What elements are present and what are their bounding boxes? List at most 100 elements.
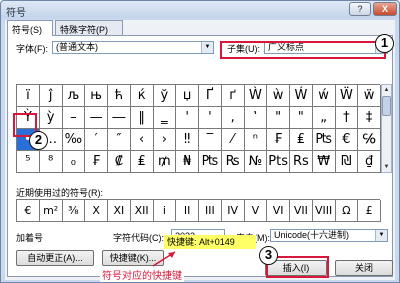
help-button[interactable]: ? — [349, 2, 371, 16]
symbol-cell[interactable]: ₦ — [176, 151, 199, 173]
symbol-cell[interactable]: № — [244, 151, 268, 173]
symbol-cell[interactable]: ″ — [108, 129, 131, 151]
symbol-cell[interactable]: ' — [176, 107, 199, 129]
symbol-cell[interactable]: ‖ — [130, 107, 154, 129]
symbol-cell[interactable]: ₥ — [153, 151, 177, 173]
recent-symbol-cell[interactable]: VIII — [312, 200, 336, 222]
marker-1: 1 — [375, 34, 394, 53]
symbol-cell[interactable]: ₧ — [199, 151, 222, 173]
symbol-cell[interactable]: Ẃ — [290, 85, 313, 107]
symbol-cell[interactable]: ― — [108, 107, 131, 129]
chevron-down-icon: ▼ — [375, 230, 387, 241]
recent-symbol-cell[interactable]: X — [85, 200, 108, 222]
symbol-cell[interactable]: ‾ — [199, 129, 222, 151]
autocorrect-button[interactable]: 自动更正(A)... — [16, 250, 94, 266]
symbol-cell[interactable]: ₣ — [267, 129, 290, 151]
symbol-cell[interactable]: € — [335, 129, 359, 151]
symbol-cell[interactable]: Ẁ — [244, 85, 268, 107]
symbol-cell[interactable]: ₤ — [290, 129, 313, 151]
symbol-cell[interactable]: ₡ — [108, 151, 131, 173]
symbol-cell[interactable]: ₨ — [221, 151, 245, 173]
symbol-cell[interactable]: ỳ — [39, 107, 63, 129]
symbol-cell[interactable]: ï — [17, 85, 40, 107]
symbol-cell[interactable]: ₀ — [62, 151, 86, 173]
symbol-cell[interactable]: ‚ — [221, 107, 245, 129]
symbol-cell[interactable]: љ — [62, 85, 86, 107]
symbol-cell[interactable]: ‹ — [130, 129, 154, 151]
symbol-cell[interactable]: ĵ — [39, 85, 63, 107]
symbol-cell[interactable]: „ — [312, 107, 336, 129]
symbol-grid-scrollbar[interactable]: ▲ ▼ — [381, 84, 392, 173]
symbol-cell[interactable]: ℅ — [358, 129, 381, 151]
symbol-cell[interactable]: ґ — [221, 85, 245, 107]
symbol-cell[interactable]: ẅ — [358, 85, 381, 107]
symbol-cell[interactable]: ₧ — [312, 129, 336, 151]
close-window-button[interactable]: X — [373, 2, 397, 16]
recent-symbol-cell[interactable]: Ω — [335, 200, 359, 222]
symbol-cell[interactable]: ‡ — [358, 107, 381, 129]
symbol-cell[interactable]: – — [62, 107, 86, 129]
recent-symbol-cell[interactable]: € — [17, 200, 40, 222]
symbol-cell[interactable]: њ — [85, 85, 108, 107]
recent-symbol-cell[interactable]: V — [244, 200, 268, 222]
symbol-cell[interactable]: Ẅ — [335, 85, 359, 107]
symbol-cell[interactable]: ‼ — [176, 129, 199, 151]
recent-symbol-cell[interactable]: VII — [290, 200, 313, 222]
scroll-down-icon[interactable]: ▼ — [382, 162, 391, 172]
scroll-up-icon[interactable]: ▲ — [382, 85, 391, 95]
symbol-cell[interactable]: ⁿ — [244, 129, 268, 151]
recent-symbol-cell[interactable]: II — [176, 200, 199, 222]
marker-2: 2 — [29, 131, 48, 150]
symbol-cell[interactable]: ' — [199, 107, 222, 129]
symbol-cell[interactable]: Rs — [290, 151, 313, 173]
symbol-cell[interactable]: Ỳ — [17, 107, 40, 129]
recent-symbol-cell[interactable]: XI — [108, 200, 131, 222]
symbol-cell[interactable]: ⁵ — [17, 151, 40, 173]
symbol-cell[interactable]: › — [153, 129, 177, 151]
recent-symbol-cell[interactable]: m² — [39, 200, 63, 222]
symbol-cell[interactable]: ₫ — [358, 151, 381, 173]
symbol-cell[interactable]: ′ — [85, 129, 108, 151]
symbol-cell[interactable]: — — [85, 107, 108, 129]
from-select[interactable]: Unicode(十六进制) ▼ — [270, 229, 388, 242]
symbol-cell[interactable]: Ґ — [199, 85, 222, 107]
close-button[interactable]: 关闭 — [335, 260, 393, 276]
tab-special-characters[interactable]: 特殊字符(P) — [55, 20, 123, 35]
tab-symbols[interactable]: 符号(S) — [7, 20, 53, 36]
symbol-cell[interactable]: ₤ — [130, 151, 154, 173]
symbol-cell[interactable]: ẁ — [267, 85, 290, 107]
symbol-cell[interactable]: џ — [176, 85, 199, 107]
recent-symbol-cell[interactable]: £ — [358, 200, 381, 222]
recent-symbol-cell[interactable]: XII — [130, 200, 154, 222]
symbol-cell[interactable]: ќ — [130, 85, 154, 107]
symbol-cell[interactable]: Pts — [267, 151, 290, 173]
font-select[interactable]: (普通文本) ▼ — [52, 41, 214, 54]
chevron-down-icon: ▼ — [201, 42, 213, 53]
scroll-thumb[interactable] — [382, 96, 391, 116]
recent-symbol-cell[interactable]: VI — [267, 200, 290, 222]
recent-symbol-cell[interactable]: III — [199, 200, 222, 222]
dialog-title: 符号 — [6, 8, 26, 19]
subset-select[interactable]: 广义标点 ▼ — [264, 41, 388, 54]
symbol-cell[interactable]: ‰ — [62, 129, 86, 151]
symbol-cell[interactable]: ₣ — [85, 151, 108, 173]
recent-symbol-cell[interactable]: ³⁄₈ — [62, 200, 86, 222]
symbol-cell[interactable]: " — [267, 107, 290, 129]
shortcut-caption: 符号对应的快捷键 — [100, 267, 184, 282]
recent-symbol-cell[interactable]: i — [153, 200, 177, 222]
symbol-cell[interactable]: ⁸ — [39, 151, 63, 173]
font-value: (普通文本) — [56, 42, 98, 52]
symbol-cell[interactable]: " — [290, 107, 313, 129]
recent-symbols: € m² ³⁄₈ X XI XII i II III IV V VI VII VIII Ω £ — [16, 199, 381, 222]
symbol-cell[interactable]: † — [335, 107, 359, 129]
subset-value: 广义标点 — [268, 42, 305, 52]
symbol-cell[interactable]: ў — [153, 85, 177, 107]
symbol-cell[interactable]: ‛ — [244, 107, 268, 129]
symbol-cell[interactable]: ẃ — [312, 85, 336, 107]
recent-symbol-cell[interactable]: IV — [221, 200, 245, 222]
symbol-cell[interactable]: ћ — [108, 85, 131, 107]
symbol-cell[interactable]: ₩ — [312, 151, 336, 173]
symbol-cell[interactable]: ⁄ — [221, 129, 245, 151]
symbol-cell[interactable]: ₪ — [335, 151, 359, 173]
symbol-cell[interactable]: ‗ — [153, 107, 177, 129]
